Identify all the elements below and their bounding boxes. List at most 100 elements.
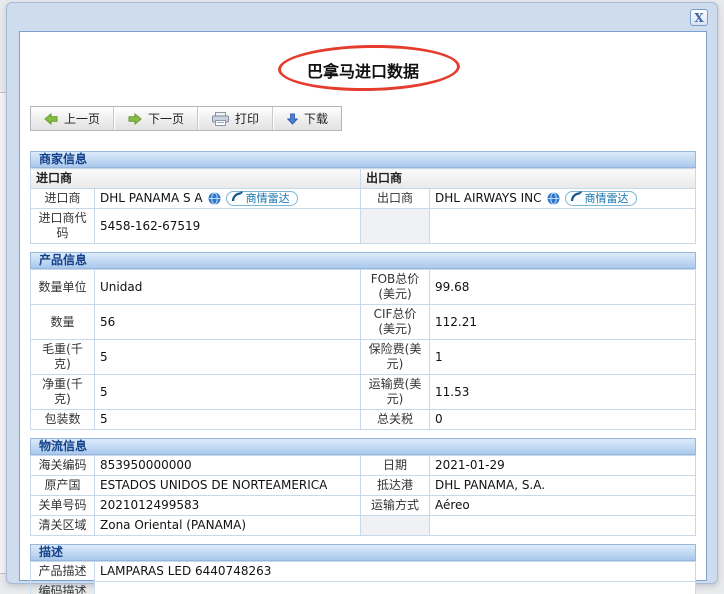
arrow-left-icon (44, 113, 58, 125)
description-table: 产品描述 LAMPARAS LED 6440748263 编码描述 (30, 561, 696, 594)
logistics-table: 海关编码 853950000000 日期 2021-01-29 原产国 ESTA… (30, 455, 696, 536)
table-row: 进口商代码 5458-162-67519 (31, 209, 696, 244)
field-value: 2021012499583 (95, 496, 361, 516)
field-value: 5 (95, 375, 361, 410)
field-label: 包装数 (31, 410, 95, 430)
section-header-product: 产品信息 (30, 252, 696, 269)
field-label-empty (361, 516, 430, 536)
prev-page-button[interactable]: 上一页 (31, 107, 114, 130)
close-button[interactable]: X (690, 9, 708, 26)
importer-group-header: 进口商 (31, 169, 361, 189)
field-value: 11.53 (430, 375, 696, 410)
dialog-window: X 巴拿马进口数据 上一页 下一页 (6, 2, 718, 584)
field-label: 清关区域 (31, 516, 95, 536)
print-label: 打印 (235, 110, 259, 127)
field-value: 5 (95, 410, 361, 430)
arrow-right-icon (128, 113, 142, 125)
field-label: FOB总价(美元) (361, 270, 430, 305)
field-value: 2021-01-29 (430, 456, 696, 476)
download-button[interactable]: 下载 (273, 107, 341, 130)
section-header-merchant: 商家信息 (30, 151, 696, 168)
table-row: 原产国 ESTADOS UNIDOS DE NORTEAMERICA 抵达港 D… (31, 476, 696, 496)
field-value: ESTADOS UNIDOS DE NORTEAMERICA (95, 476, 361, 496)
radar-icon (570, 191, 582, 206)
field-value: 112.21 (430, 305, 696, 340)
field-value: 5 (95, 340, 361, 375)
field-label: 数量单位 (31, 270, 95, 305)
field-value: 853950000000 (95, 456, 361, 476)
field-label-importer-code: 进口商代码 (31, 209, 95, 244)
globe-icon[interactable] (208, 192, 221, 205)
radar-label: 商情雷达 (246, 191, 290, 206)
table-row: 编码描述 (31, 582, 696, 594)
toolbar: 上一页 下一页 打印 (30, 106, 342, 131)
prev-page-label: 上一页 (64, 110, 100, 127)
table-row: 数量 56 CIF总价(美元) 112.21 (31, 305, 696, 340)
field-value: 99.68 (430, 270, 696, 305)
table-row: 海关编码 853950000000 日期 2021-01-29 (31, 456, 696, 476)
field-value: LAMPARAS LED 6440748263 (95, 562, 696, 582)
field-label: 运输方式 (361, 496, 430, 516)
table-row: 毛重(千克) 5 保险费(美元) 1 (31, 340, 696, 375)
next-page-button[interactable]: 下一页 (114, 107, 198, 130)
field-value-empty (430, 209, 696, 244)
section-header-logistics: 物流信息 (30, 438, 696, 455)
table-row: 产品描述 LAMPARAS LED 6440748263 (31, 562, 696, 582)
next-page-label: 下一页 (148, 110, 184, 127)
field-label-importer: 进口商 (31, 189, 95, 209)
printer-icon (212, 112, 229, 126)
close-icon: X (694, 12, 703, 24)
section-header-description: 描述 (30, 544, 696, 561)
field-label: 海关编码 (31, 456, 95, 476)
product-table: 数量单位 Unidad FOB总价(美元) 99.68 数量 56 CIF总价(… (30, 269, 696, 430)
importer-name: DHL PANAMA S A (100, 191, 203, 206)
section-description: 描述 产品描述 LAMPARAS LED 6440748263 编码描述 (30, 544, 696, 594)
field-value: DHL PANAMA, S.A. (430, 476, 696, 496)
exporter-name: DHL AIRWAYS INC (435, 191, 542, 206)
table-row: 清关区域 Zona Oriental (PANAMA) (31, 516, 696, 536)
field-label: 关单号码 (31, 496, 95, 516)
field-value-importer-code: 5458-162-67519 (95, 209, 361, 244)
field-value-exporter: DHL AIRWAYS INC (430, 189, 696, 209)
field-value (95, 582, 696, 594)
merchant-table: 进口商 出口商 进口商 DHL PANAMA S A (30, 168, 696, 244)
field-label: 产品描述 (31, 562, 95, 582)
field-value: Zona Oriental (PANAMA) (95, 516, 361, 536)
radar-label: 商情雷达 (585, 191, 629, 206)
table-row: 数量单位 Unidad FOB总价(美元) 99.68 (31, 270, 696, 305)
field-value: Aéreo (430, 496, 696, 516)
table-row: 净重(千克) 5 运输费(美元) 11.53 (31, 375, 696, 410)
field-value: Unidad (95, 270, 361, 305)
field-label-empty (361, 209, 430, 244)
section-logistics: 物流信息 海关编码 853950000000 日期 2021-01-29 原产国… (30, 438, 696, 536)
field-label: 净重(千克) (31, 375, 95, 410)
field-label: 运输费(美元) (361, 375, 430, 410)
title-area: 巴拿马进口数据 (20, 32, 706, 104)
download-label: 下载 (304, 110, 328, 127)
field-label: 原产国 (31, 476, 95, 496)
section-merchant: 商家信息 进口商 出口商 进口商 DHL PANAMA S A (30, 151, 696, 244)
table-row: 关单号码 2021012499583 运输方式 Aéreo (31, 496, 696, 516)
exporter-group-header: 出口商 (361, 169, 696, 189)
field-value: 56 (95, 305, 361, 340)
field-label: 保险费(美元) (361, 340, 430, 375)
arrow-down-icon (287, 113, 298, 125)
field-label: 编码描述 (31, 582, 95, 594)
print-button[interactable]: 打印 (198, 107, 273, 130)
field-label: 抵达港 (361, 476, 430, 496)
field-label: 日期 (361, 456, 430, 476)
detail-content: 商家信息 进口商 出口商 进口商 DHL PANAMA S A (30, 151, 696, 594)
field-label-exporter: 出口商 (361, 189, 430, 209)
radar-badge-importer[interactable]: 商情雷达 (226, 191, 298, 206)
field-value-importer: DHL PANAMA S A (95, 189, 361, 209)
section-product: 产品信息 数量单位 Unidad FOB总价(美元) 99.68 数量 56 C… (30, 252, 696, 430)
field-label: 数量 (31, 305, 95, 340)
field-label: CIF总价(美元) (361, 305, 430, 340)
field-value: 0 (430, 410, 696, 430)
radar-badge-exporter[interactable]: 商情雷达 (565, 191, 637, 206)
table-row: 进口商 出口商 (31, 169, 696, 189)
globe-icon[interactable] (547, 192, 560, 205)
dialog-content-panel: 巴拿马进口数据 上一页 下一页 (19, 31, 707, 581)
table-row: 进口商 DHL PANAMA S A (31, 189, 696, 209)
field-value: 1 (430, 340, 696, 375)
